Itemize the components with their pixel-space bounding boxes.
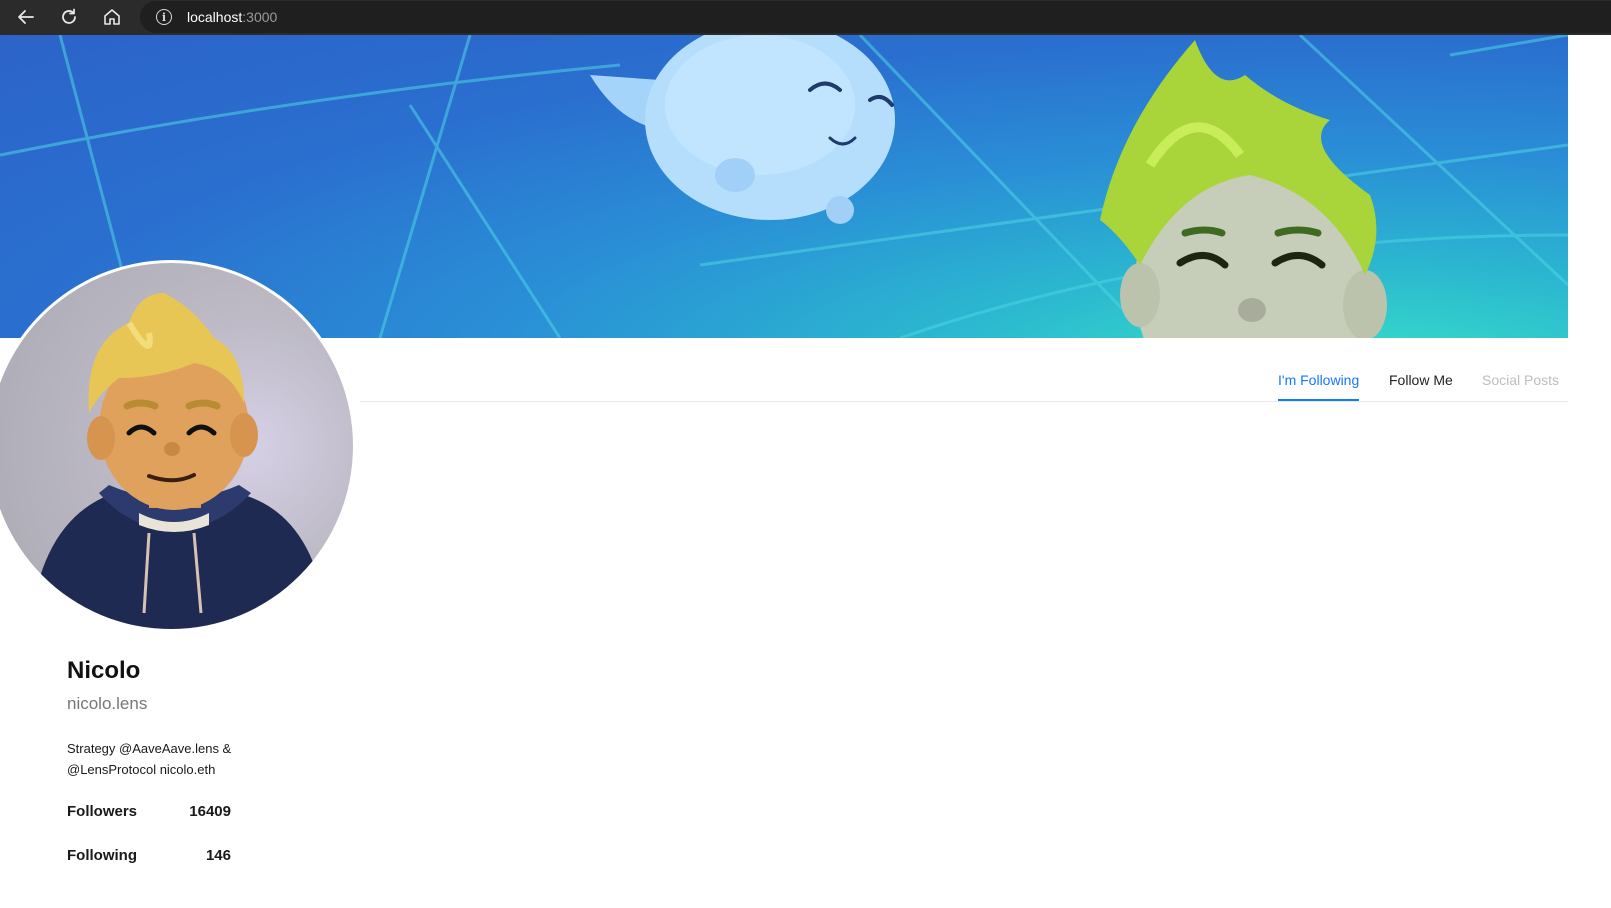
profile-bio: Strategy @AaveAave.lens & @LensProtocol …: [67, 741, 232, 777]
url-port: :3000: [242, 9, 278, 25]
browser-toolbar: i localhost:3000: [0, 0, 1611, 35]
profile-name: Nicolo: [67, 657, 141, 684]
followers-label: Followers: [67, 803, 138, 820]
tab-im-following[interactable]: I'm Following: [1278, 371, 1359, 389]
followers-count: 16409: [189, 803, 231, 820]
following-count: 146: [205, 847, 231, 864]
address-bar[interactable]: i localhost:3000: [140, 1, 1611, 33]
ghost-character: [590, 35, 895, 224]
url-host: localhost: [187, 9, 243, 25]
avatar-illustration: [29, 293, 329, 629]
info-icon[interactable]: i: [156, 9, 172, 25]
reload-icon[interactable]: [55, 3, 83, 31]
home-icon[interactable]: [98, 3, 126, 31]
profile-handle: nicolo.lens: [67, 694, 148, 713]
following-label: Following: [67, 847, 137, 864]
avatar: [0, 260, 356, 632]
followers-stat: Followers 16409: [67, 803, 231, 820]
profile-tabs: I'm Following Follow Me Social Posts: [360, 338, 1568, 402]
url-text[interactable]: localhost:3000: [187, 9, 277, 25]
tab-social-posts: Social Posts: [1482, 372, 1560, 388]
following-stat: Following 146: [67, 847, 231, 864]
green-hair-character: [1100, 40, 1387, 338]
tab-follow-me[interactable]: Follow Me: [1389, 371, 1453, 389]
active-tab-indicator: [1278, 399, 1359, 401]
back-arrow-icon[interactable]: [12, 3, 40, 31]
